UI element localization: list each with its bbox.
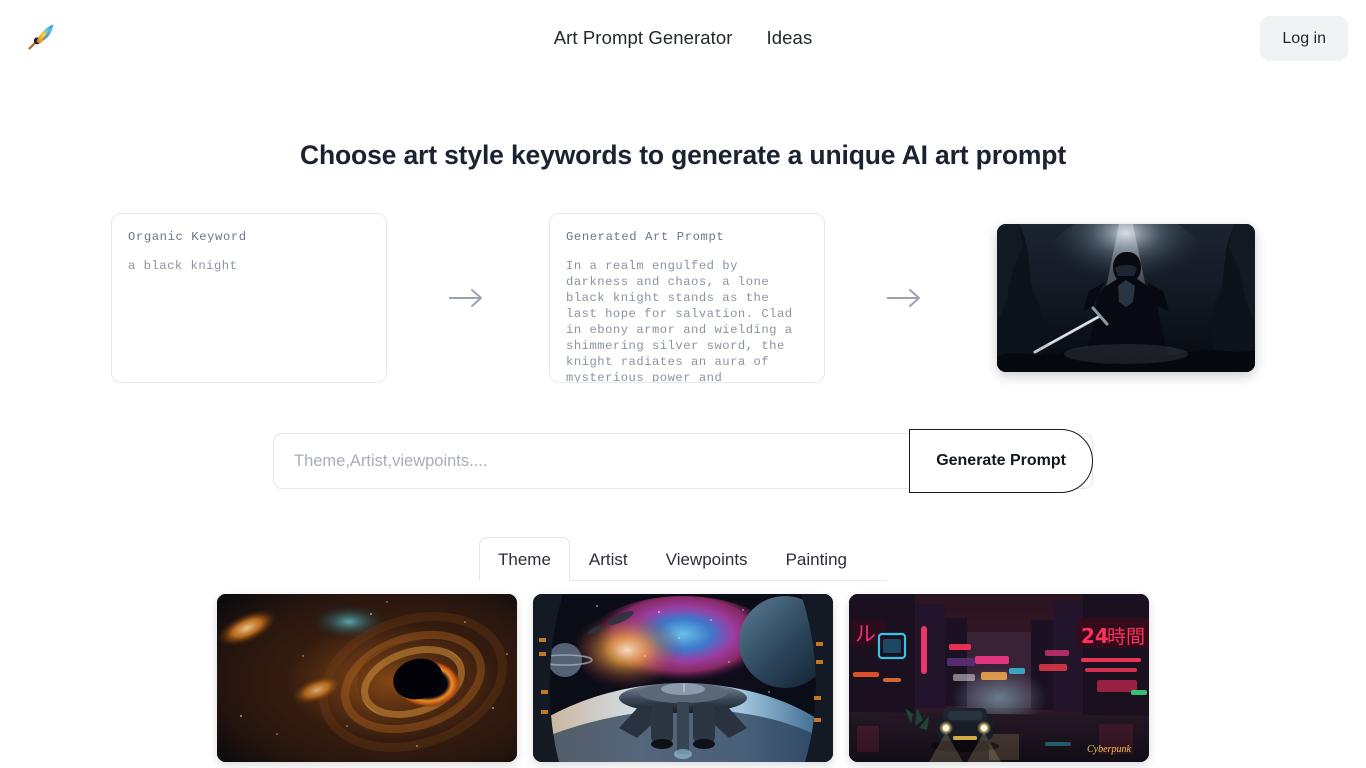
generate-prompt-button[interactable]: Generate Prompt bbox=[909, 429, 1093, 493]
primary-nav: Art Prompt Generator Ideas bbox=[0, 24, 1366, 52]
flow-arrow-1 bbox=[387, 287, 549, 309]
category-tabs: Theme Artist Viewpoints Painting bbox=[479, 535, 866, 582]
prompt-search-area: Generate Prompt bbox=[0, 429, 1366, 493]
gallery-card-black-hole[interactable] bbox=[217, 594, 517, 762]
tab-viewpoints[interactable]: Viewpoints bbox=[647, 537, 767, 581]
nav-item-ideas[interactable]: Ideas bbox=[767, 24, 813, 52]
flow-arrow-2 bbox=[825, 287, 987, 309]
tab-artist[interactable]: Artist bbox=[570, 537, 647, 581]
arrow-right-icon bbox=[887, 289, 920, 307]
generated-artwork-thumbnail[interactable] bbox=[997, 224, 1255, 372]
site-header: Art Prompt Generator Ideas Log in bbox=[0, 0, 1366, 78]
svg-text:ル: ル bbox=[855, 622, 876, 646]
generated-prompt-card: Generated Art Prompt In a realm engulfed… bbox=[549, 213, 825, 383]
category-tabs-region: Theme Artist Viewpoints Painting bbox=[0, 535, 1366, 582]
example-flow: Organic Keyword a black knight Generated… bbox=[0, 213, 1366, 383]
svg-text:Cyberpunk: Cyberpunk bbox=[1087, 744, 1131, 755]
nav-item-art-prompt-generator[interactable]: Art Prompt Generator bbox=[554, 24, 733, 52]
gallery-card-cyberpunk-street[interactable]: ル 24 時間 Cyberpunk bbox=[849, 594, 1149, 762]
svg-text:24: 24 bbox=[1081, 624, 1109, 648]
organic-keyword-body: a black knight bbox=[128, 259, 238, 273]
tab-theme[interactable]: Theme bbox=[479, 537, 570, 582]
tab-painting[interactable]: Painting bbox=[767, 537, 866, 581]
search-bar: Generate Prompt bbox=[273, 429, 1093, 493]
theme-gallery: ル 24 時間 Cyberpunk bbox=[0, 594, 1366, 762]
generated-prompt-title: Generated Art Prompt bbox=[566, 230, 725, 244]
svg-text:時間: 時間 bbox=[1107, 626, 1145, 648]
organic-keyword-title: Organic Keyword bbox=[128, 230, 247, 244]
gallery-card-spaceship[interactable] bbox=[533, 594, 833, 762]
generated-prompt-body: In a realm engulfed by darkness and chao… bbox=[566, 259, 793, 383]
organic-keyword-card: Organic Keyword a black knight bbox=[111, 213, 387, 383]
page-title: Choose art style keywords to generate a … bbox=[299, 140, 1067, 170]
login-button[interactable]: Log in bbox=[1260, 16, 1348, 61]
arrow-right-icon bbox=[449, 289, 482, 307]
